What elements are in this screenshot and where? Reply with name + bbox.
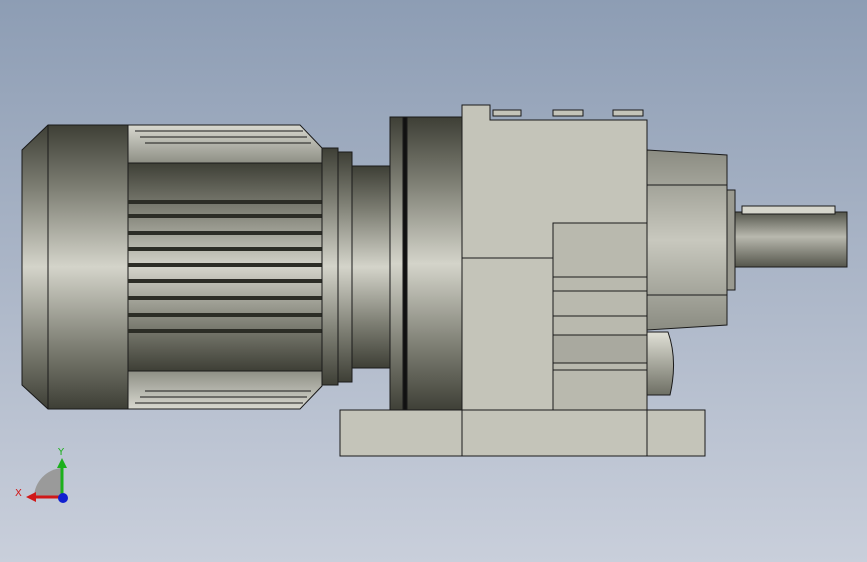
gearmotor-model[interactable] [21,104,848,457]
x-axis-label: X [15,488,22,499]
cad-viewport[interactable]: Y X [0,0,867,562]
gearbox-flange [389,116,463,412]
mounting-foot [339,409,706,457]
y-axis-label: Y [57,447,65,458]
axis-triad: Y X [15,447,68,503]
motor-fan-cover [21,124,129,410]
motor-body [127,124,324,410]
output-housing [646,149,728,396]
housing-bolts [492,109,644,117]
motor-adapter [321,147,393,386]
gearbox-housing [461,104,648,411]
output-shaft [726,189,848,291]
